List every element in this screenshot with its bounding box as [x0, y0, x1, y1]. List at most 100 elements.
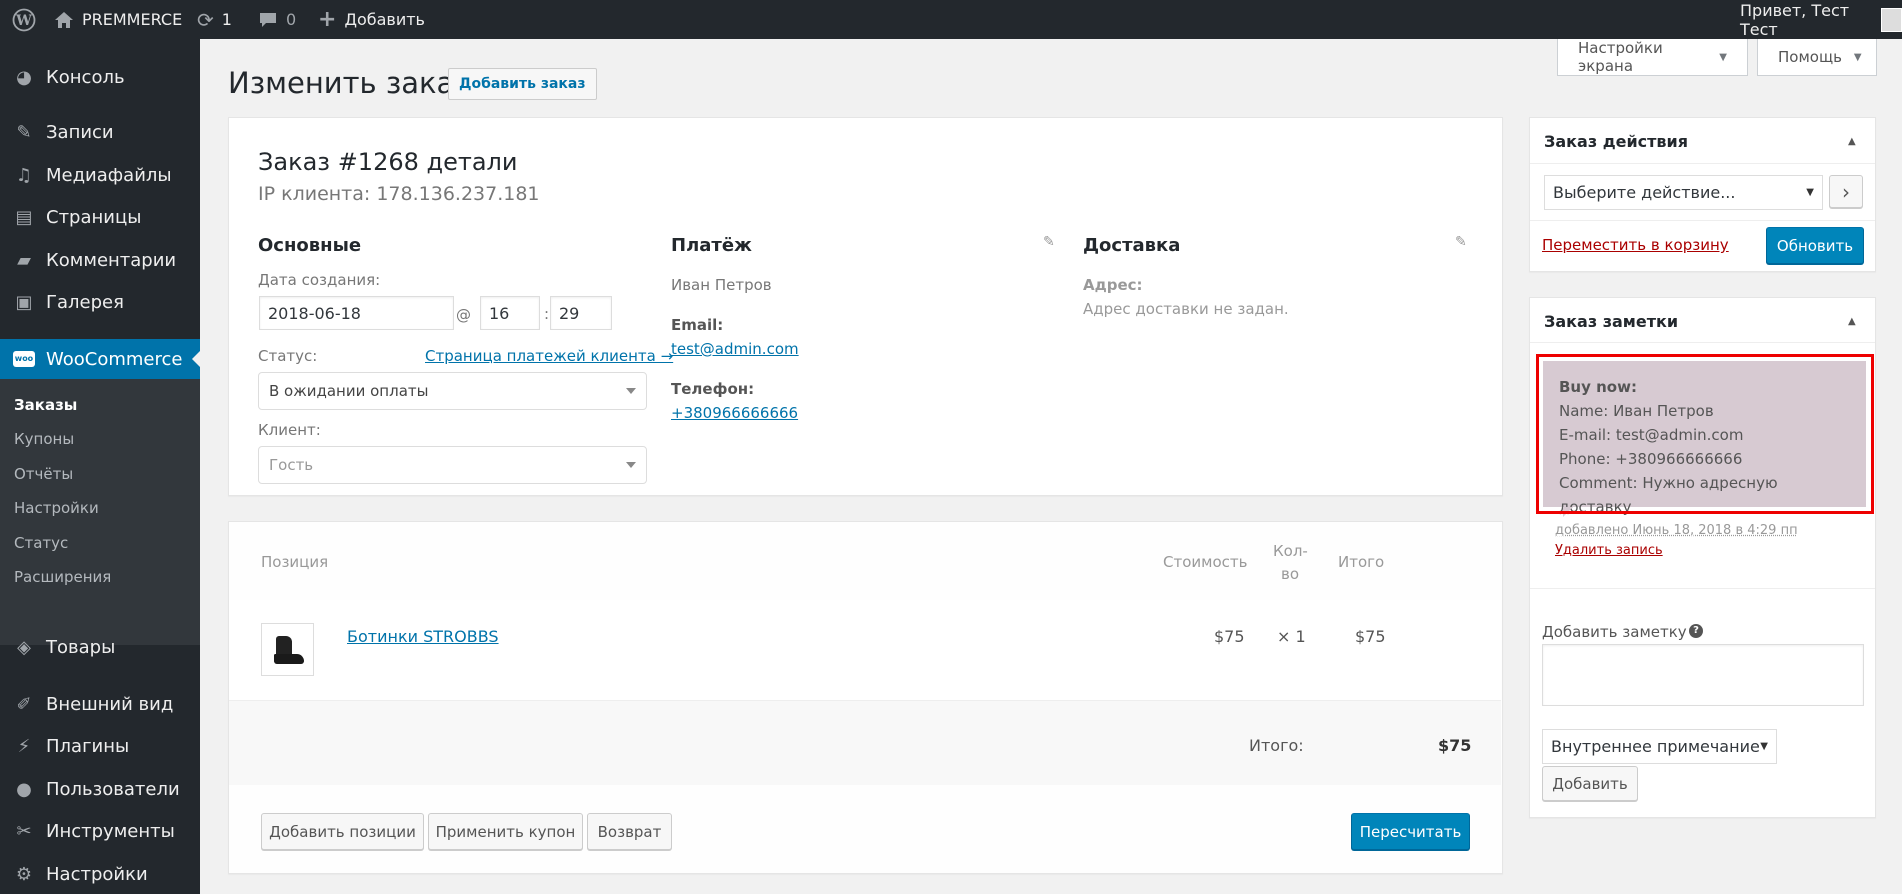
highlight-frame: [1536, 354, 1874, 514]
menu-item-label: Комментарии: [46, 249, 177, 271]
note-textarea[interactable]: [1542, 644, 1864, 706]
screen-options-button[interactable]: Настройки экрана ▼: [1557, 39, 1748, 76]
note-type-value: Внутреннее примечание: [1551, 737, 1760, 756]
column-qty-header: Кол-: [1273, 542, 1308, 560]
add-note-button[interactable]: Добавить: [1542, 766, 1638, 801]
order-action-value: Выберите действие...: [1553, 183, 1736, 202]
status-value: В ожидании оплаты: [269, 382, 429, 400]
billing-email-link[interactable]: test@admin.com: [671, 340, 799, 358]
menu-item-media[interactable]: ♫ Медиафайлы: [0, 155, 200, 195]
settings-icon: ⚙: [15, 863, 33, 885]
add-new-link[interactable]: + Добавить: [318, 0, 425, 39]
add-order-button[interactable]: Добавить заказ: [448, 68, 597, 100]
triangle-down-icon: ▼: [1853, 51, 1862, 63]
column-total-header: Итого: [1338, 553, 1385, 571]
avatar: [1880, 7, 1902, 32]
date-created-label: Дата создания:: [258, 271, 381, 289]
menu-item-label: Настройки: [46, 863, 148, 885]
account-menu[interactable]: Привет, Тест Тест: [1740, 0, 1902, 39]
shipping-title: Доставка: [1083, 235, 1181, 256]
site-name: PREMMERCE: [82, 10, 183, 29]
help-label: Помощь: [1778, 48, 1842, 66]
submenu-status[interactable]: Статус: [14, 534, 68, 552]
help-tip-icon[interactable]: ?: [1689, 624, 1703, 638]
menu-item-tools[interactable]: ✂ Инструменты: [0, 811, 200, 851]
plus-icon: +: [318, 7, 337, 32]
users-icon: ●: [16, 778, 32, 800]
apply-coupon-button[interactable]: Применить купон: [428, 813, 583, 850]
product-name-link[interactable]: Ботинки STROBBS: [347, 627, 499, 646]
column-qty-header-2: во: [1281, 565, 1300, 583]
update-button[interactable]: Обновить: [1766, 227, 1864, 264]
order-action-select[interactable]: Выберите действие... ▼: [1544, 175, 1823, 210]
screen-options-label: Настройки экрана: [1578, 39, 1663, 75]
site-name-link[interactable]: PREMMERCE: [54, 0, 182, 39]
wrench-icon: ✂: [16, 820, 32, 842]
phone-label: Телефон:: [671, 380, 755, 398]
order-actions-title: Заказ действия: [1544, 132, 1689, 151]
add-items-button[interactable]: Добавить позиции: [261, 813, 424, 850]
menu-item-gallery[interactable]: ▣ Галерея: [0, 282, 200, 322]
recalculate-button[interactable]: Пересчитать: [1351, 813, 1470, 850]
menu-item-products[interactable]: ◈ Товары: [0, 627, 200, 667]
billing-title: Платёж: [671, 235, 752, 256]
menu-item-posts[interactable]: ✎ Записи: [0, 112, 200, 152]
menu-item-console[interactable]: ◕ Консоль: [0, 57, 200, 97]
product-thumbnail: [261, 623, 314, 676]
totals-area: [229, 700, 1501, 785]
divider: [1530, 220, 1875, 221]
menu-item-settings[interactable]: ⚙ Настройки: [0, 854, 200, 894]
client-select[interactable]: Гость: [258, 446, 647, 484]
status-label: Статус:: [258, 347, 318, 365]
collapse-triangle-icon[interactable]: ▲: [1848, 316, 1856, 327]
client-label: Клиент:: [258, 421, 321, 439]
email-label: Email:: [671, 316, 724, 334]
at-separator: @: [456, 306, 471, 324]
apply-action-button[interactable]: ›: [1829, 175, 1863, 208]
triangle-down-icon: ▼: [1719, 51, 1727, 63]
divider: [1530, 588, 1875, 589]
submenu-reports[interactable]: Отчёты: [14, 465, 73, 483]
woo-icon: woo: [10, 348, 38, 370]
menu-item-pages[interactable]: ▤ Страницы: [0, 197, 200, 237]
caret-down-icon: ▼: [1760, 741, 1768, 752]
minute-input[interactable]: 29: [550, 296, 612, 330]
menu-item-users[interactable]: ● Пользователи: [0, 769, 200, 809]
help-button[interactable]: Помощь ▼: [1757, 39, 1877, 76]
edit-shipping-pencil-icon[interactable]: ✎: [1455, 234, 1467, 250]
comment-icon: ▰: [17, 249, 31, 271]
refund-button[interactable]: Возврат: [587, 813, 672, 850]
wordpress-logo-icon[interactable]: W: [12, 0, 36, 39]
billing-phone-link[interactable]: +380966666666: [671, 404, 798, 422]
menu-item-label: Страницы: [46, 206, 142, 228]
edit-billing-pencil-icon[interactable]: ✎: [1043, 234, 1055, 250]
refresh-icon: ⟳: [197, 7, 214, 32]
collapse-triangle-icon[interactable]: ▲: [1848, 136, 1856, 147]
delete-note-link[interactable]: Удалить запись: [1555, 543, 1663, 558]
comments-link[interactable]: 0: [258, 0, 296, 39]
menu-item-comments[interactable]: ▰ Комментарии: [0, 240, 200, 280]
updates-link[interactable]: ⟳ 1: [197, 0, 232, 39]
caret-down-icon: ▼: [1806, 187, 1814, 198]
submenu-orders[interactable]: Заказы: [14, 396, 77, 414]
move-to-trash-link[interactable]: Переместить в корзину: [1542, 236, 1729, 254]
menu-item-label: Плагины: [46, 735, 130, 757]
customer-payment-page-link[interactable]: Страница платежей клиента →: [425, 347, 673, 365]
menu-item-plugins[interactable]: ⚡ Плагины: [0, 726, 200, 766]
home-icon: [55, 11, 73, 28]
status-select[interactable]: В ожидании оплаты: [258, 372, 647, 410]
add-note-label: Добавить заметку: [1542, 623, 1687, 641]
caret-down-icon: [626, 388, 636, 394]
menu-item-appearance[interactable]: ✐ Внешний вид: [0, 684, 200, 724]
hour-input[interactable]: 16: [480, 296, 540, 330]
updates-count: 1: [221, 10, 232, 29]
shipping-address: Адрес доставки не задан.: [1083, 300, 1289, 318]
menu-item-woocommerce[interactable]: woo WooCommerce: [0, 339, 200, 379]
submenu-settings[interactable]: Настройки: [14, 499, 99, 517]
submenu-coupons[interactable]: Купоны: [14, 430, 74, 448]
pages-icon: ▤: [15, 206, 33, 228]
date-input[interactable]: 2018-06-18: [259, 296, 454, 330]
submenu-extensions[interactable]: Расширения: [14, 568, 111, 586]
customer-ip: IP клиента: 178.136.237.181: [258, 183, 540, 205]
note-type-select[interactable]: Внутреннее примечание ▼: [1542, 729, 1777, 764]
